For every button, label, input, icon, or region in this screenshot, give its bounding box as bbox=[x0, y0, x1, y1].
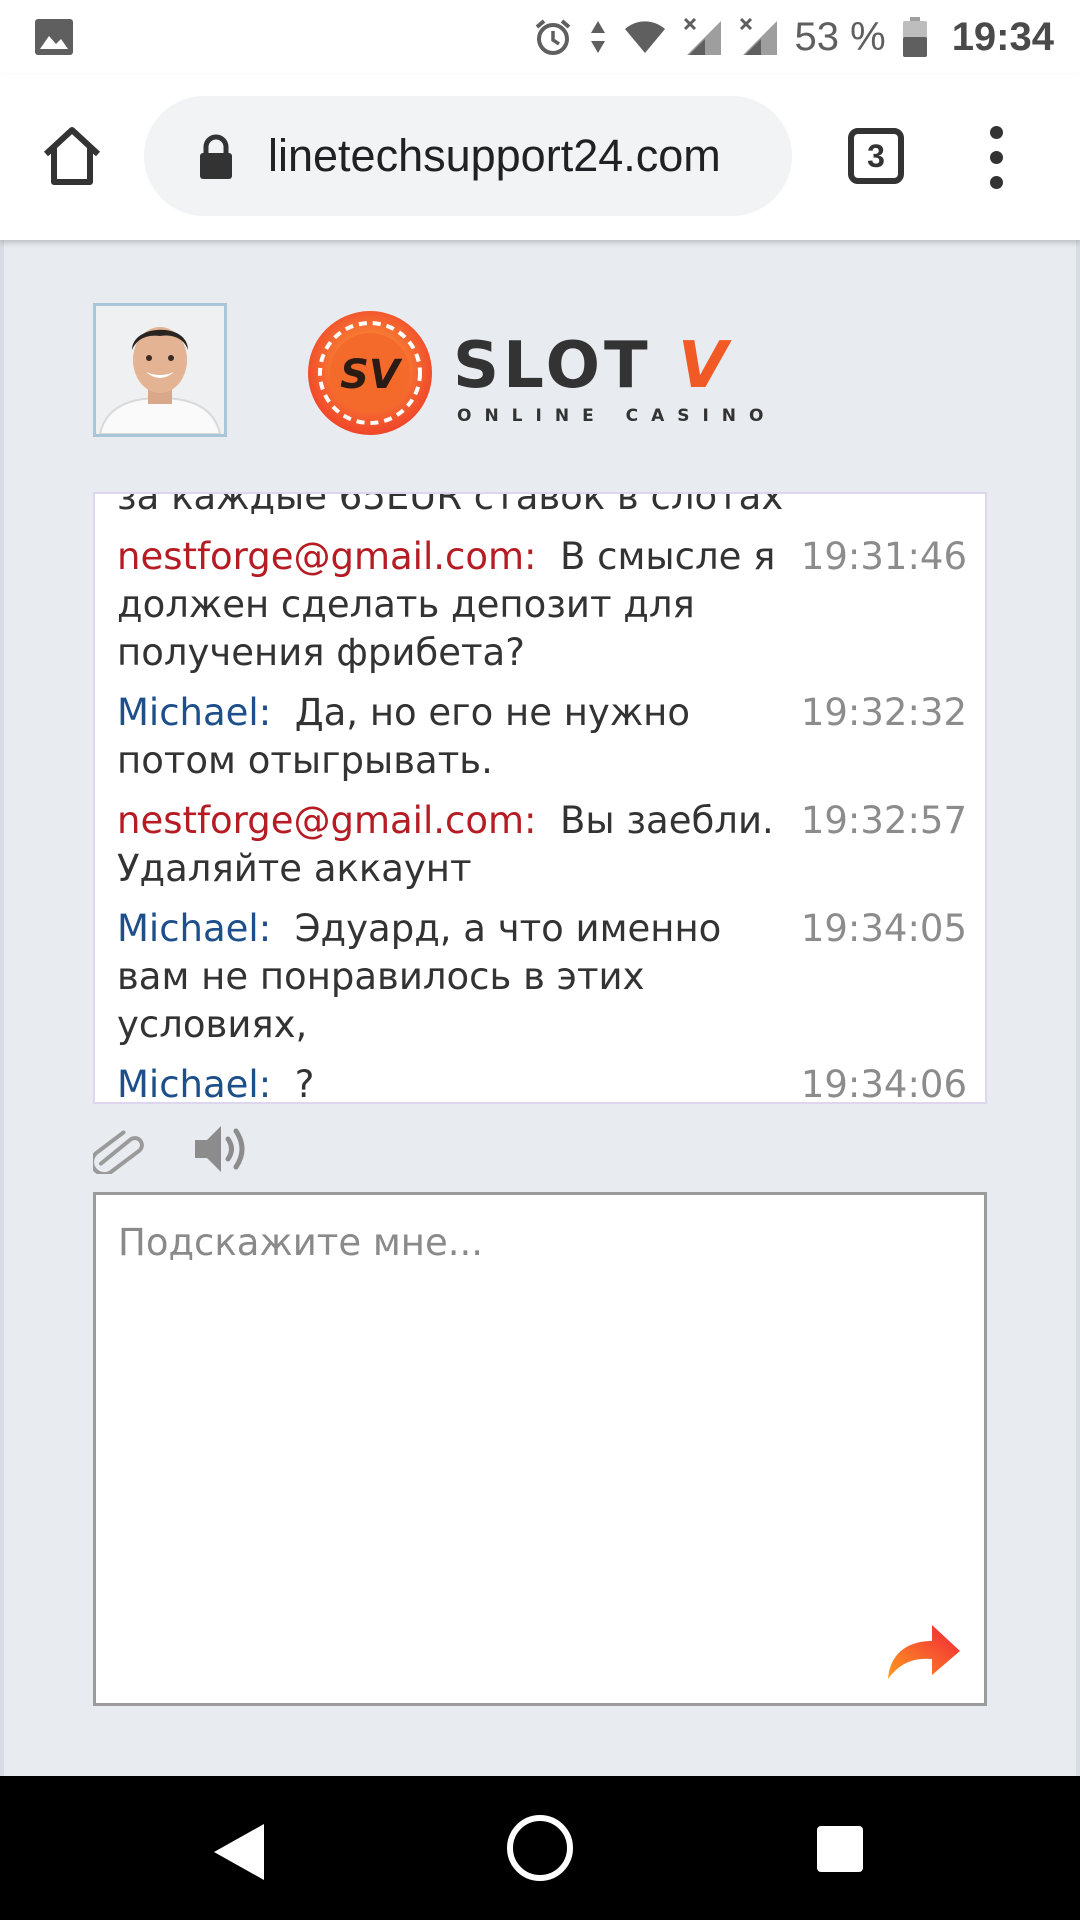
chat-message: nestforge@gmail.com: Вы заебли. Удаляйте… bbox=[117, 797, 967, 893]
message-text: за каждые 65EUR ставок в слотах bbox=[117, 492, 784, 518]
paperclip-icon[interactable] bbox=[93, 1126, 145, 1174]
home-icon[interactable] bbox=[40, 124, 104, 188]
message-time: 19:32:32 bbox=[800, 691, 967, 734]
message-author: nestforge@gmail.com: bbox=[117, 535, 537, 578]
chat-message: Michael: Эдуард, а что именно вам не пон… bbox=[117, 905, 967, 1049]
chat-message: Michael: Да, но его не нужно потом отыгр… bbox=[117, 689, 967, 785]
message-author: Michael: bbox=[117, 907, 272, 950]
back-icon[interactable] bbox=[212, 1822, 266, 1882]
message-author: nestforge@gmail.com: bbox=[117, 799, 537, 842]
tab-switcher-button[interactable]: 3 bbox=[848, 128, 904, 184]
page-border-right bbox=[1076, 240, 1080, 1776]
status-bar: 53 % 19:34 bbox=[0, 0, 1080, 74]
message-input[interactable] bbox=[96, 1195, 984, 1703]
chat-log[interactable]: за каждые 65EUR ставок в слотах nestforg… bbox=[93, 492, 987, 1104]
system-nav-bar bbox=[0, 1776, 1080, 1920]
chat-message: nestforge@gmail.com: В смысле я должен с… bbox=[117, 533, 967, 677]
casino-logo: SV SLOT V ONLINE CASINO bbox=[305, 308, 785, 438]
message-time: 19:32:57 bbox=[800, 799, 967, 842]
logo-tagline: ONLINE CASINO bbox=[457, 406, 777, 426]
wifi-icon bbox=[624, 21, 665, 53]
message-author: Michael: bbox=[117, 1063, 272, 1104]
more-vert-icon[interactable] bbox=[980, 126, 1012, 190]
message-author: Michael: bbox=[117, 691, 272, 734]
recents-icon[interactable] bbox=[817, 1826, 863, 1872]
image-icon bbox=[35, 19, 73, 55]
chat-tools bbox=[93, 1120, 293, 1180]
lock-icon bbox=[200, 134, 232, 179]
clock: 19:34 bbox=[951, 14, 1054, 59]
message-text: ? bbox=[294, 1063, 315, 1104]
speaker-icon[interactable] bbox=[191, 1120, 249, 1178]
url-text: linetechsupport24.com bbox=[268, 130, 721, 181]
data-arrows-icon bbox=[590, 21, 605, 53]
logo-badge: SV bbox=[308, 311, 432, 435]
battery-percent: 53 % bbox=[794, 14, 886, 59]
operator-avatar bbox=[93, 303, 227, 437]
signal-icon bbox=[739, 17, 777, 55]
message-time: 19:34:06 bbox=[800, 1063, 967, 1104]
message-time: 19:34:05 bbox=[800, 907, 967, 950]
browser-toolbar: linetechsupport24.com 3 bbox=[0, 74, 1080, 240]
message-composer bbox=[93, 1192, 987, 1706]
chat-message: Michael: ? 19:34:06 bbox=[117, 1061, 967, 1104]
chat-page: SV SLOT V ONLINE CASINO за каждые 65EUR … bbox=[0, 240, 1080, 1776]
logo-wordmark: SLOT V bbox=[453, 329, 732, 403]
chat-message-partial: за каждые 65EUR ставок в слотах bbox=[117, 492, 967, 521]
send-arrow-icon[interactable] bbox=[884, 1617, 962, 1683]
alarm-icon bbox=[535, 19, 570, 55]
signal-icon bbox=[683, 17, 721, 55]
address-bar[interactable]: linetechsupport24.com bbox=[144, 96, 792, 216]
message-time: 19:31:46 bbox=[800, 535, 967, 578]
page-border-left bbox=[0, 240, 4, 1776]
battery-icon bbox=[902, 17, 927, 57]
logo-badge-text: SV bbox=[340, 352, 403, 398]
home-circle-icon[interactable] bbox=[506, 1814, 574, 1882]
